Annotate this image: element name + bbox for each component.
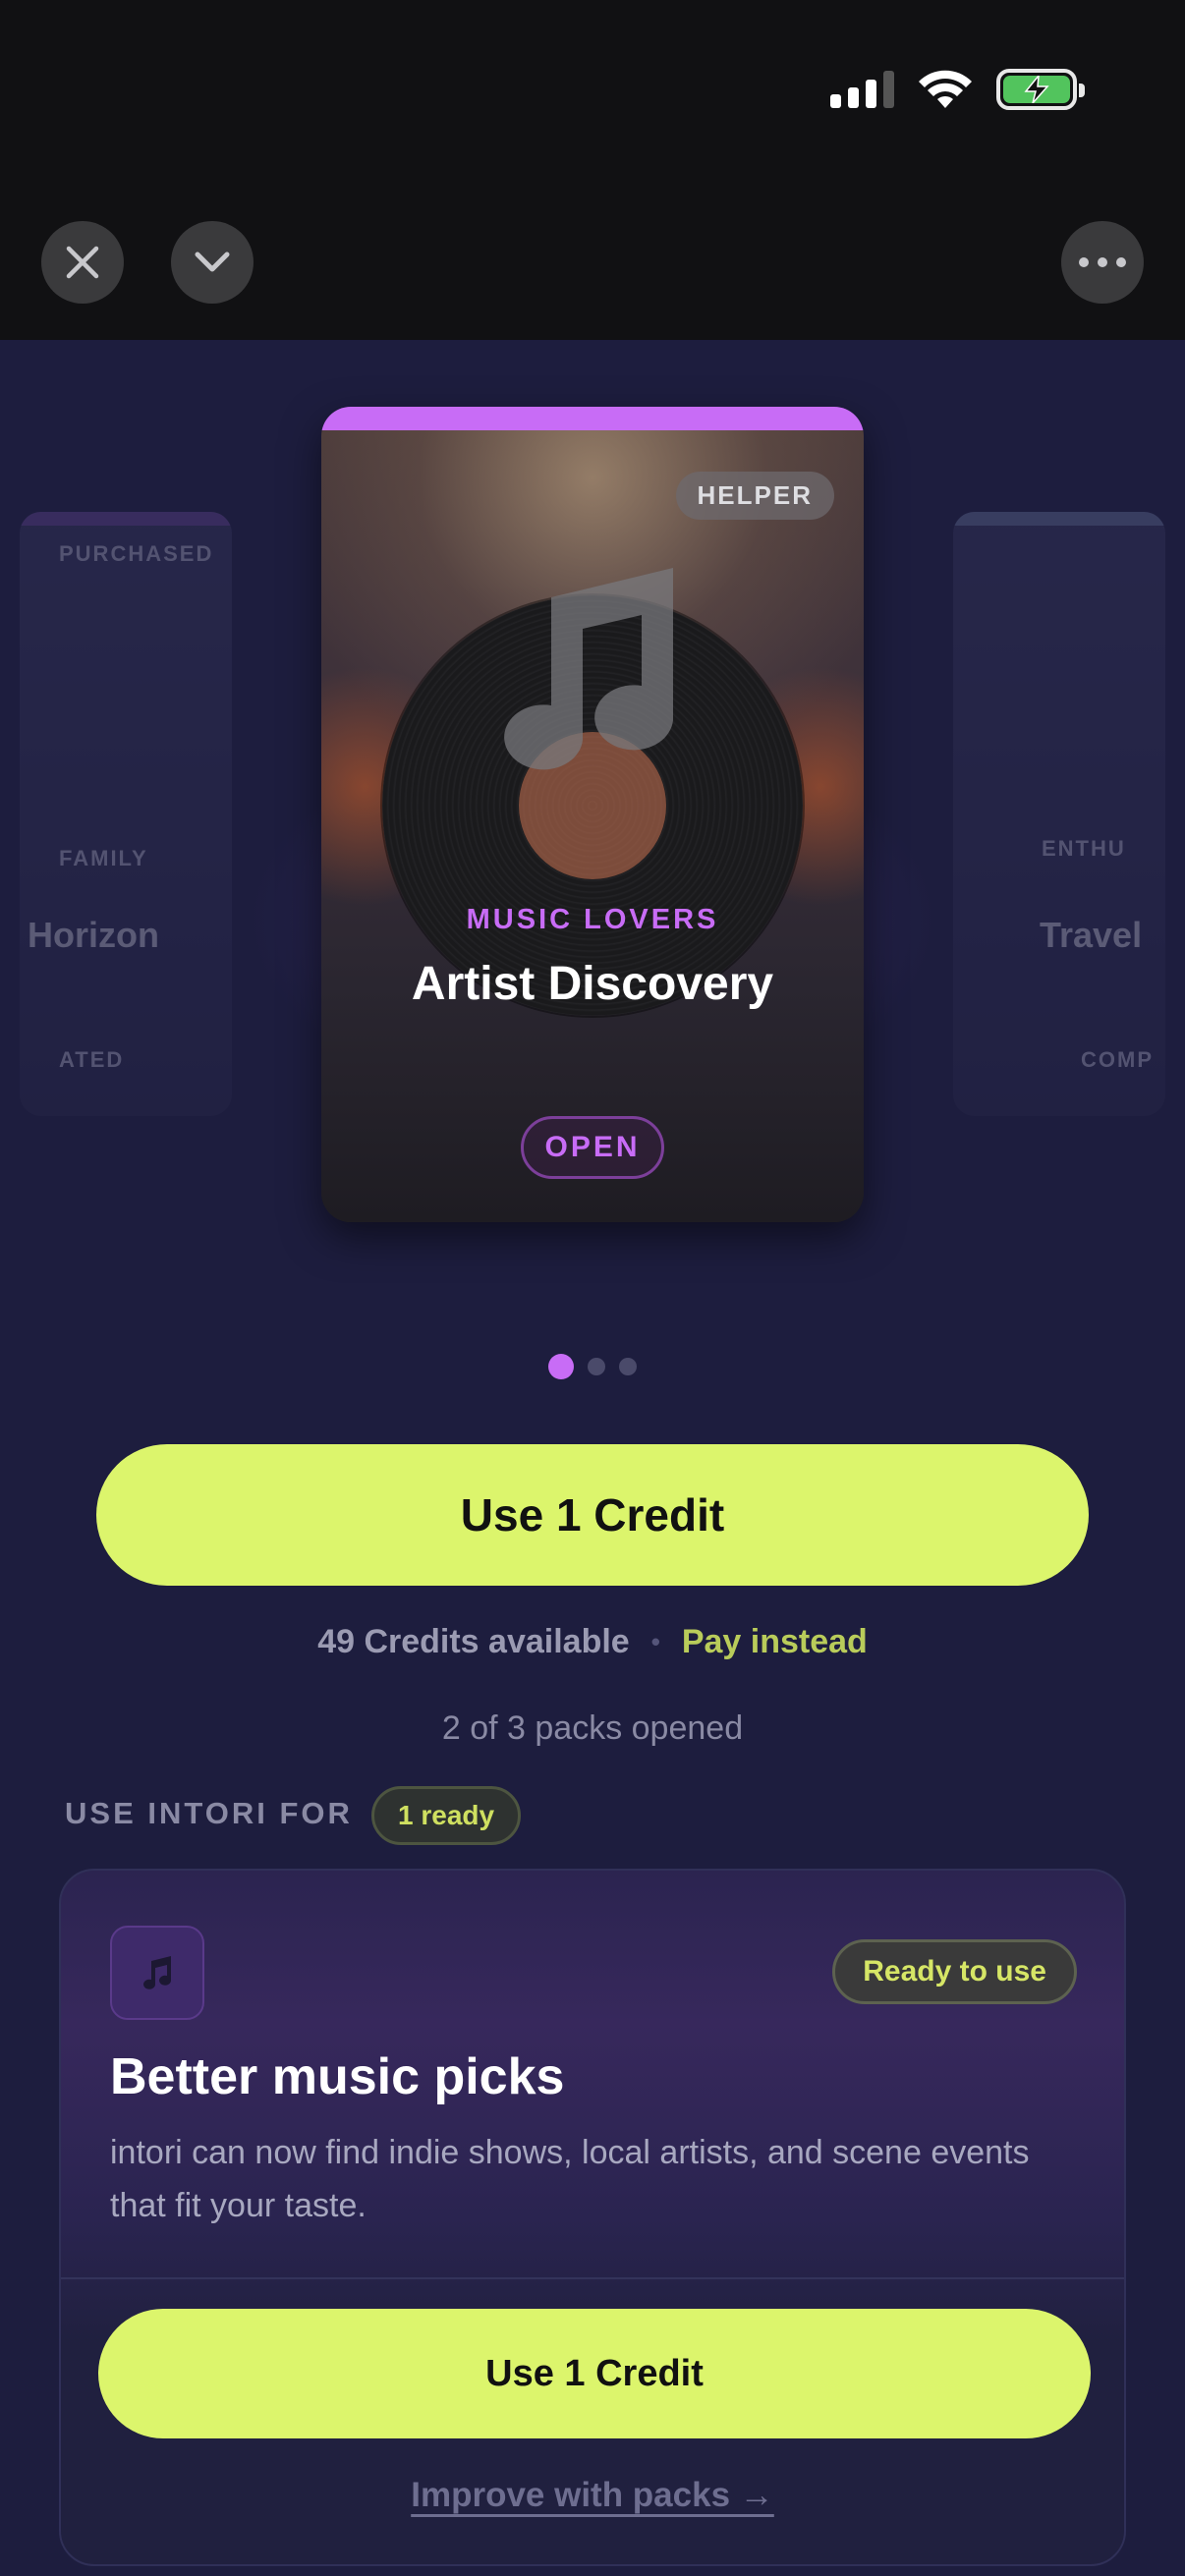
more-icon	[1079, 257, 1126, 267]
battery-charging-icon	[996, 69, 1085, 110]
divider	[61, 2277, 1124, 2279]
collapse-button[interactable]	[171, 221, 254, 304]
open-pack-button[interactable]: OPEN	[521, 1116, 664, 1179]
pack-type-tag: HELPER	[675, 472, 834, 520]
pack-card-previous[interactable]: PURCHASED FAMILY Horizon ATED	[20, 512, 232, 1116]
ready-to-use-badge: Ready to use	[832, 1939, 1077, 2004]
music-note-icon	[504, 568, 673, 770]
chevron-down-icon	[195, 252, 230, 272]
pack-image: HELPER	[321, 430, 864, 1222]
pack-status: COMP	[1081, 1047, 1154, 1072]
carousel-pagination	[0, 1354, 1185, 1379]
close-icon	[66, 246, 99, 279]
feature-title: Better music picks	[110, 2048, 565, 2105]
feature-card[interactable]: Ready to use Better music picks intori c…	[59, 1869, 1126, 2566]
pagination-dot-active[interactable]	[548, 1354, 574, 1379]
feature-use-credit-button[interactable]: Use 1 Credit	[98, 2309, 1091, 2438]
status-bar	[830, 69, 1085, 110]
section-heading: USE INTORI FOR	[65, 1796, 353, 1830]
separator-dot: •	[650, 1627, 660, 1656]
pagination-dot[interactable]	[619, 1358, 637, 1375]
pagination-dot[interactable]	[588, 1358, 605, 1375]
pack-card-next[interactable]: ENTHU Travel COMP	[953, 512, 1165, 1116]
credits-available: 49 Credits available	[317, 1623, 630, 1660]
pack-accent-bar	[321, 407, 864, 430]
close-button[interactable]	[41, 221, 124, 304]
pack-status: ATED	[59, 1047, 125, 1072]
improve-with-packs-link[interactable]: Improve with packs →	[61, 2476, 1124, 2515]
feature-description: intori can now find indie shows, local a…	[110, 2134, 1030, 2224]
pack-carousel[interactable]: PURCHASED FAMILY Horizon ATED ENTHU Trav…	[0, 340, 1185, 1283]
pack-title: Travel	[1040, 915, 1143, 955]
music-note-icon	[110, 1926, 204, 2020]
pack-badge: PURCHASED	[59, 541, 214, 566]
pack-category: FAMILY	[59, 846, 148, 870]
pack-title: Horizon	[28, 915, 159, 955]
pack-title: Artist Discovery	[411, 958, 774, 1010]
more-button[interactable]	[1061, 221, 1144, 304]
pack-card-active[interactable]: HELPER MUSIC LOVERS Artist Discovery OPE…	[321, 407, 864, 1222]
packs-opened-status: 2 of 3 packs opened	[441, 1709, 744, 1747]
pack-category: MUSIC LOVERS	[466, 904, 719, 935]
pack-category: ENTHU	[1042, 836, 1126, 861]
credits-info: 49 Credits available • Pay instead	[0, 1623, 1185, 1661]
top-bar	[0, 0, 1185, 340]
use-credit-button[interactable]: Use 1 Credit	[96, 1444, 1089, 1586]
ready-count-badge: 1 ready	[371, 1786, 522, 1845]
pay-instead-link[interactable]: Pay instead	[682, 1623, 868, 1661]
wifi-icon	[919, 70, 972, 108]
signal-icon	[830, 71, 894, 108]
